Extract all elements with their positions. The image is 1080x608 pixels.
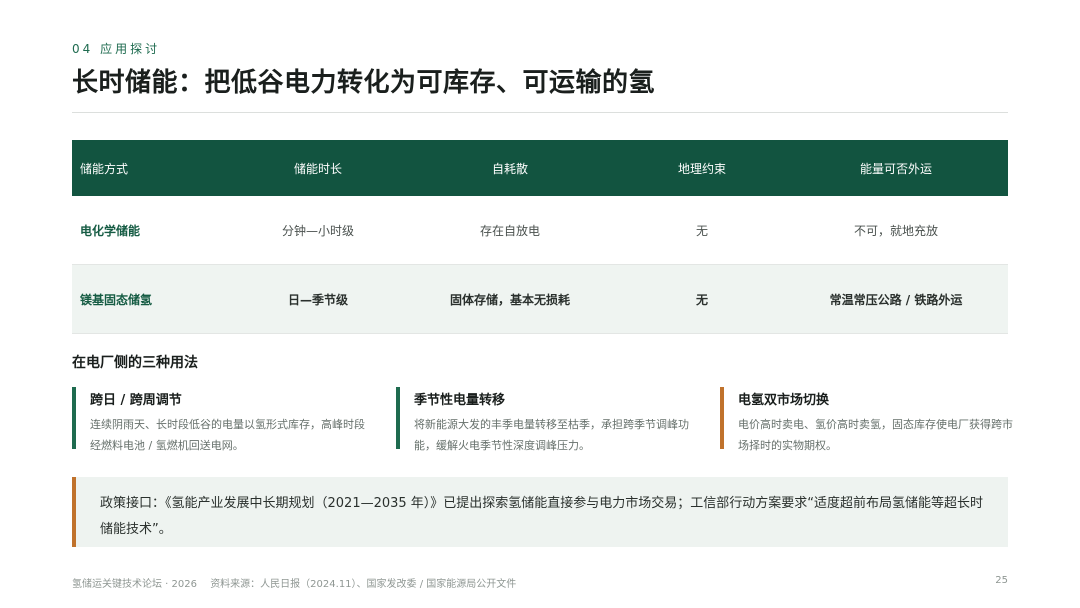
use-card-seasonal: 季节性电量转移 将新能源大发的丰季电量转移至枯季，承担跨季节调峰功能，缓解火电季… <box>396 387 696 452</box>
table-cell: 镁基固态储氢 <box>72 264 236 334</box>
table-cell: 存在自放电 <box>400 196 620 265</box>
card-accent-bar <box>720 387 724 449</box>
column-header-method: 储能方式 <box>80 161 129 176</box>
column-header-duration: 储能时长 <box>293 161 342 176</box>
storage-comparison-table: 储能方式 储能时长 自耗散 地理约束 能量可否外运 电化学储能 分钟—小时级 存… <box>72 140 1008 334</box>
card-title: 跨日 / 跨周调节 <box>90 393 182 408</box>
use-card-cross-day: 跨日 / 跨周调节 连续阴雨天、长时段低谷的电量以氢形式库存，高峰时段经燃料电池… <box>72 387 372 452</box>
card-accent-bar <box>396 387 400 449</box>
card-accent-bar <box>72 387 76 449</box>
table-row: 电化学储能 分钟—小时级 存在自放电 无 不可，就地充放 <box>72 196 1008 265</box>
table-cell: 无 <box>620 264 784 334</box>
card-body: 连续阴雨天、长时段低谷的电量以氢形式库存，高峰时段经燃料电池 / 氢燃机回送电网… <box>90 418 365 452</box>
policy-text: 政策接口：《氢能产业发展中长期规划（2021—2035 年）》已提出探索氢储能直… <box>100 496 984 537</box>
table-row: 镁基固态储氢 日—季节级 固体存储，基本无损耗 无 常温常压公路 / 铁路外运 <box>72 264 1008 334</box>
footer: 氢储运关键技术论坛 · 2026 资料来源：人民日报（2024.11）、国家发改… <box>72 575 516 590</box>
column-header-transportability: 能量可否外运 <box>859 161 932 176</box>
column-header-geo-constraint: 地理约束 <box>677 161 726 176</box>
footer-source: 资料来源：人民日报（2024.11）、国家发改委 / 国家能源局公开文件 <box>210 579 517 590</box>
table-header-row: 储能方式 储能时长 自耗散 地理约束 能量可否外运 <box>72 140 1008 196</box>
card-title: 电氢双市场切换 <box>738 393 830 408</box>
table-cell: 固体存储，基本无损耗 <box>400 264 620 334</box>
table-cell: 常温常压公路 / 铁路外运 <box>784 264 1008 334</box>
page-title: 长时储能：把低谷电力转化为可库存、可运输的氢 <box>72 68 656 98</box>
title-divider <box>72 112 1008 113</box>
table-cell: 不可，就地充放 <box>784 196 1008 265</box>
card-title: 季节性电量转移 <box>414 393 506 408</box>
footer-event: 氢储运关键技术论坛 · 2026 <box>72 579 197 590</box>
policy-callout: 政策接口：《氢能产业发展中长期规划（2021—2035 年）》已提出探索氢储能直… <box>72 477 1008 547</box>
section-tag: 04 应用探讨 <box>72 42 161 56</box>
table-cell: 无 <box>620 196 784 265</box>
callout-accent-bar <box>72 477 76 547</box>
card-body: 电价高时卖电、氢价高时卖氢，固态库存使电厂获得跨市场择时的实物期权。 <box>738 418 1013 452</box>
table-cell: 分钟—小时级 <box>236 196 400 265</box>
table-cell: 电化学储能 <box>72 196 236 265</box>
use-card-dual-market: 电氢双市场切换 电价高时卖电、氢价高时卖氢，固态库存使电厂获得跨市场择时的实物期… <box>720 387 1020 452</box>
table-cell: 日—季节级 <box>236 264 400 334</box>
uses-heading: 在电厂侧的三种用法 <box>72 355 198 371</box>
page-number: 25 <box>995 575 1008 586</box>
column-header-self-discharge: 自耗散 <box>491 161 528 176</box>
card-body: 将新能源大发的丰季电量转移至枯季，承担跨季节调峰功能，缓解火电季节性深度调峰压力… <box>414 418 689 452</box>
